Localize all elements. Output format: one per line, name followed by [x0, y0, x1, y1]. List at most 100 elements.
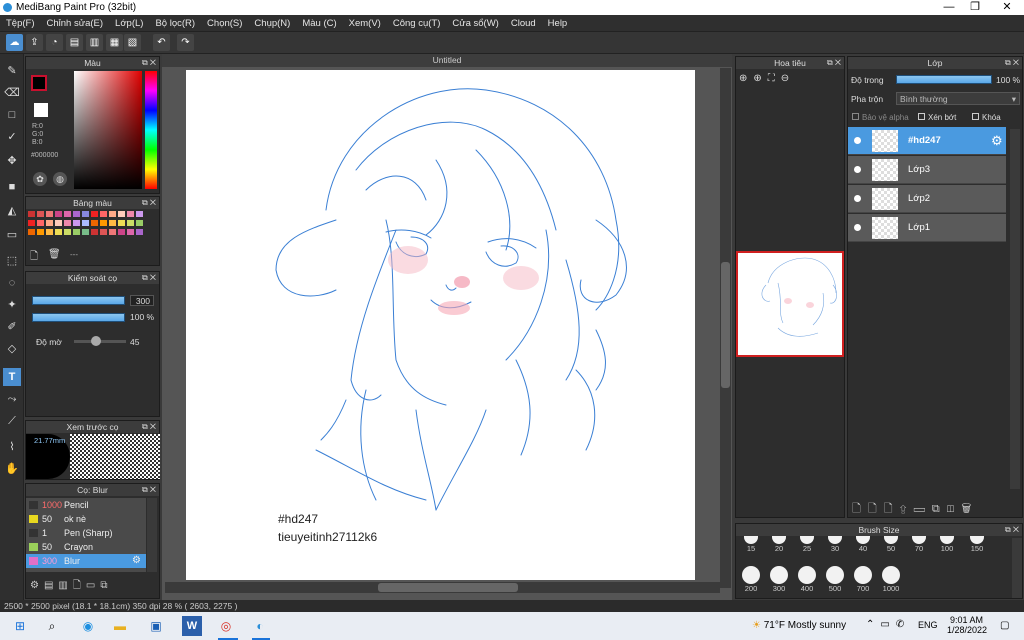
- clip-checkbox[interactable]: Xén bớt: [918, 113, 956, 122]
- brush-opacity-slider[interactable]: [32, 313, 125, 322]
- rect-tool-icon[interactable]: □: [3, 106, 21, 124]
- medibang-icon[interactable]: ◐: [250, 616, 270, 636]
- visibility-icon[interactable]: [854, 224, 861, 231]
- palette-swatch[interactable]: [100, 229, 107, 235]
- word-icon[interactable]: W: [182, 616, 202, 636]
- lasso-tool-icon[interactable]: ◌: [3, 274, 21, 292]
- delete-swatch-icon[interactable]: 🗑: [48, 249, 61, 260]
- layer-item-lop2[interactable]: Lớp2: [848, 185, 1006, 213]
- brush-size-preset[interactable]: 20: [768, 536, 790, 553]
- palette-swatch[interactable]: [37, 220, 44, 226]
- palette-swatch[interactable]: [37, 211, 44, 217]
- palette-swatch[interactable]: [118, 229, 125, 235]
- menu-file[interactable]: Tệp(F): [0, 15, 41, 29]
- search-icon[interactable]: ⌕: [42, 616, 62, 636]
- panel-close-icon[interactable]: ⧉ ✕: [1005, 524, 1019, 536]
- panel-close-icon[interactable]: ⧉ ✕: [142, 197, 156, 209]
- palette-swatch[interactable]: [136, 229, 143, 235]
- visibility-icon[interactable]: [854, 166, 861, 173]
- vertical-scroll-thumb[interactable]: [721, 262, 730, 388]
- brush-size-preset[interactable]: 100: [936, 536, 958, 553]
- layer-list-scrollbar[interactable]: [1010, 129, 1020, 489]
- brush-item[interactable]: 1000 Pencil: [26, 498, 146, 512]
- eraser-tool-icon[interactable]: ⌫: [3, 84, 21, 102]
- brush-size-preset[interactable]: 50: [880, 536, 902, 553]
- panel-close-icon[interactable]: ⧉ ✕: [142, 421, 156, 433]
- navigator-thumbnail[interactable]: [736, 251, 844, 357]
- tray-icons[interactable]: ⌃▭✆: [866, 619, 910, 630]
- panel-close-icon[interactable]: ⧉ ✕: [827, 57, 841, 69]
- palette-swatch[interactable]: [127, 220, 134, 226]
- cloud-icon[interactable]: ☁: [6, 34, 23, 51]
- palette-swatch[interactable]: [55, 211, 62, 217]
- palette-swatch[interactable]: [55, 220, 62, 226]
- brush-size-preset[interactable]: 400: [795, 566, 819, 593]
- weather-widget[interactable]: ☀ 71°F Mostly sunny: [752, 620, 846, 631]
- blur-slider-thumb[interactable]: [91, 336, 101, 346]
- move-tool-icon[interactable]: ✥: [3, 152, 21, 170]
- protect-alpha-checkbox[interactable]: Bảo vệ alpha: [852, 113, 909, 122]
- brush-size-slider[interactable]: [32, 296, 125, 305]
- zoom-controls[interactable]: ⊕⊕⛶⊖: [739, 73, 795, 84]
- export-icon[interactable]: ⇪: [26, 34, 43, 51]
- palette-swatch[interactable]: [136, 211, 143, 217]
- select-eraser-icon[interactable]: ◇: [3, 340, 21, 358]
- layer-settings-gear-icon[interactable]: ⚙: [991, 133, 1003, 149]
- comment-icon[interactable]: ◔: [46, 34, 63, 51]
- menu-cloud[interactable]: Cloud: [505, 15, 542, 29]
- brush-item[interactable]: 50 ok nè: [26, 512, 146, 526]
- palette-swatch[interactable]: [73, 229, 80, 235]
- palette-swatch[interactable]: [118, 220, 125, 226]
- layer-item-lop1[interactable]: Lớp1: [848, 214, 1006, 242]
- brush-size-preset[interactable]: 300: [767, 566, 791, 593]
- store-icon[interactable]: ▣: [146, 616, 166, 636]
- edge-icon[interactable]: ◉: [78, 616, 98, 636]
- brush-size-preset[interactable]: 1000: [879, 566, 903, 593]
- palette-swatch[interactable]: [55, 229, 62, 235]
- menu-layer[interactable]: Lớp(L): [109, 15, 149, 29]
- hue-slider[interactable]: [145, 71, 157, 189]
- saturation-value-picker[interactable]: [74, 71, 142, 189]
- chrome-icon[interactable]: ◎: [216, 616, 236, 636]
- select-pen-icon[interactable]: ✐: [3, 318, 21, 336]
- brush-item[interactable]: 1 Pen (Sharp): [26, 526, 146, 540]
- palette-swatch[interactable]: [109, 211, 116, 217]
- maximize-button[interactable]: ❐: [960, 0, 990, 15]
- palette-swatch[interactable]: [82, 229, 89, 235]
- canvas-tab[interactable]: Untitled: [162, 54, 732, 67]
- palette-swatch[interactable]: [46, 211, 53, 217]
- brush-size-value[interactable]: 300: [130, 295, 154, 306]
- palette-swatch[interactable]: [28, 220, 35, 226]
- brush-size-preset[interactable]: 700: [851, 566, 875, 593]
- operation-tool-icon[interactable]: ⤳: [3, 390, 21, 408]
- panel-close-icon[interactable]: ⧉ ✕: [1005, 57, 1019, 69]
- menu-tools[interactable]: Công cụ(T): [387, 15, 447, 29]
- brush-list-scrollbar[interactable]: [147, 498, 157, 572]
- menu-help[interactable]: Help: [542, 15, 574, 29]
- panel-icon[interactable]: ▧: [124, 34, 141, 51]
- text-tool-icon[interactable]: T: [3, 368, 21, 386]
- layer-item-hd247[interactable]: #hd247 ⚙: [848, 127, 1006, 155]
- blend-mode-select[interactable]: Bình thường ▾: [896, 92, 1020, 105]
- foreground-color-swatch[interactable]: [31, 75, 47, 91]
- bucket-tool-icon[interactable]: ◭: [3, 202, 21, 220]
- brush-size-preset[interactable]: 70: [908, 536, 930, 553]
- palette-swatch[interactable]: [73, 211, 80, 217]
- grid-icon[interactable]: ▦: [106, 34, 123, 51]
- layer-item-lop3[interactable]: Lớp3: [848, 156, 1006, 184]
- brush-tool-icon[interactable]: ✎: [3, 62, 21, 80]
- visibility-icon[interactable]: [854, 195, 861, 202]
- menu-view[interactable]: Xem(V): [343, 15, 387, 29]
- panel-close-icon[interactable]: ⧉ ✕: [142, 57, 156, 69]
- lock-checkbox[interactable]: Khóa: [972, 113, 1001, 122]
- color-options-icon[interactable]: ◍: [53, 172, 67, 186]
- pen-tool-icon[interactable]: ✓: [3, 128, 21, 146]
- palette-swatch[interactable]: [127, 211, 134, 217]
- menu-capture[interactable]: Chụp(N): [248, 15, 296, 29]
- palette-swatch[interactable]: [46, 220, 53, 226]
- page-icon[interactable]: ▥: [86, 34, 103, 51]
- menu-window[interactable]: Cửa sổ(W): [446, 15, 504, 29]
- add-swatch-icon[interactable]: 🗋: [30, 249, 38, 266]
- redo-icon[interactable]: ↷: [177, 34, 194, 51]
- visibility-icon[interactable]: [854, 137, 861, 144]
